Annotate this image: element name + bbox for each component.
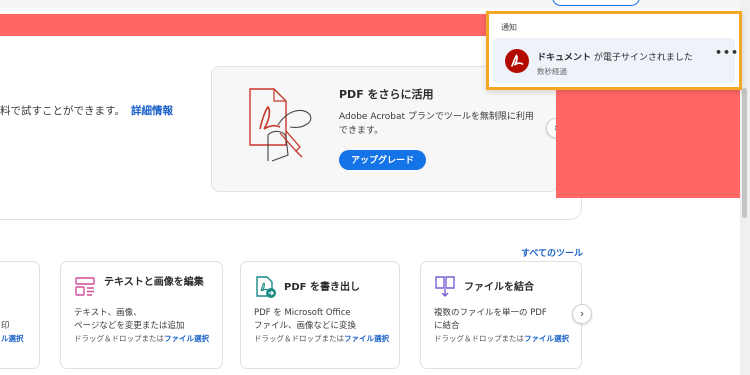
tool-description: 複数のファイルを単一の PDF に結合 xyxy=(434,307,547,333)
tool-desc-line-1: PDF を Microsoft Office xyxy=(254,308,351,318)
tool-drag-hint: ドラッグ＆ドロップまたはファイル選択 xyxy=(74,333,209,345)
tool-desc-line-1: 複数のファイルを単一の PDF xyxy=(434,308,547,318)
top-pill-button[interactable] xyxy=(552,0,640,6)
tool-card-edit-pdf[interactable]: テキストと画像を編集 テキスト、画像、 ページなどを変更または追加 ドラッグ＆ド… xyxy=(60,261,223,369)
select-file-link[interactable]: ファイル選択 xyxy=(344,334,389,343)
promo-description: Adobe Acrobat プランでツールを無制限に利用できます。 xyxy=(339,112,534,136)
acrobat-symbol-icon xyxy=(511,54,524,67)
notification-panel: 通知 ドキュメント が電子サインされました 数秒経過 ••• xyxy=(486,11,742,90)
more-options-icon[interactable]: ••• xyxy=(715,46,739,59)
tool-description: PDF を Microsoft Office ファイル、画像などに変換 xyxy=(254,307,356,333)
tool-title: PDF を書き出し xyxy=(284,282,360,293)
tool-title: テキストと画像を編集 xyxy=(104,277,204,288)
red-banner xyxy=(0,14,490,36)
tool-desc-line-1: テキスト、画像、 xyxy=(74,308,142,318)
notification-title: ドキュメント が電子サインされました xyxy=(537,50,693,63)
select-file-link[interactable]: ファイル選択 xyxy=(164,334,209,343)
all-tools-link[interactable]: すべてのツール xyxy=(521,246,583,259)
export-pdf-icon xyxy=(256,276,276,298)
tool-desc-line-2: に結合 xyxy=(434,321,460,331)
sign-document-illustration-icon xyxy=(249,88,312,162)
tool-card-export-pdf[interactable]: PDF を書き出し PDF を Microsoft Office ファイル、画像… xyxy=(240,261,400,369)
drag-drop-text: ドラッグ＆ドロップまたは xyxy=(74,334,164,343)
notification-header: 通知 xyxy=(501,23,517,32)
hero-text: 料で試すことができます。 詳細情報 xyxy=(0,103,173,118)
acrobat-logo-icon xyxy=(505,49,529,73)
notification-document-name: ドキュメント xyxy=(537,53,592,63)
drag-drop-text: ドラッグ＆ドロップまたは xyxy=(434,334,524,343)
combine-files-icon xyxy=(435,276,455,297)
red-overlay-block xyxy=(556,90,740,198)
tool-drag-hint: ル選択 xyxy=(1,333,24,345)
tool-desc-line-2: ページなどを変更または追加 xyxy=(74,321,185,331)
notification-timestamp: 数秒経過 xyxy=(537,67,567,76)
hero-description: 料で試すことができます。 xyxy=(0,105,125,117)
edit-text-image-icon xyxy=(75,277,95,296)
tool-desc-line-2: ファイル、画像などに変換 xyxy=(254,321,357,331)
select-file-link[interactable]: ル選択 xyxy=(1,334,24,343)
drag-drop-text: ドラッグ＆ドロップまたは xyxy=(254,334,344,343)
upgrade-button[interactable]: アップグレード xyxy=(339,150,427,170)
select-file-link[interactable]: ファイル選択 xyxy=(524,334,569,343)
tools-next-chevron-icon[interactable]: › xyxy=(572,304,592,324)
tool-card-combine-files[interactable]: ファイルを結合 複数のファイルを単一の PDF に結合 ドラッグ＆ドロップまたは… xyxy=(420,261,582,369)
promo-title: PDF をさらに活用 xyxy=(339,88,434,101)
tool-description: 印 xyxy=(1,320,10,333)
tool-title: ファイルを結合 xyxy=(464,282,534,293)
tool-description: テキスト、画像、 ページなどを変更または追加 xyxy=(74,307,184,333)
tool-desc-line-2: 印 xyxy=(1,321,10,331)
learn-more-link[interactable]: 詳細情報 xyxy=(131,105,173,117)
tool-drag-hint: ドラッグ＆ドロップまたはファイル選択 xyxy=(254,333,394,345)
notification-item[interactable]: ドキュメント が電子サインされました 数秒経過 ••• xyxy=(493,38,738,83)
tool-card-partial[interactable]: 印 ル選択 xyxy=(0,261,40,369)
scrollbar-thumb[interactable] xyxy=(742,88,747,218)
tool-drag-hint: ドラッグ＆ドロップまたはファイル選択 xyxy=(434,333,569,345)
notification-message: が電子サインされました xyxy=(591,53,693,63)
